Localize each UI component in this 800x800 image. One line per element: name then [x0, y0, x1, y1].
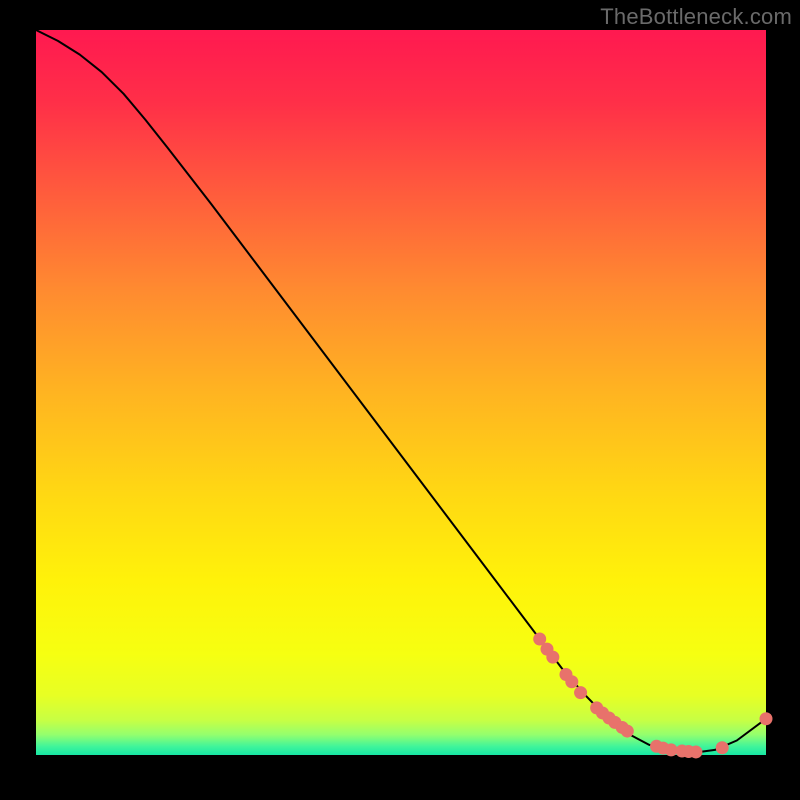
highlight-dot	[760, 712, 773, 725]
bottleneck-chart	[0, 0, 800, 800]
highlight-dot	[621, 725, 634, 738]
chart-container: TheBottleneck.com	[0, 0, 800, 800]
highlight-dot	[574, 686, 587, 699]
highlight-dot	[716, 741, 729, 754]
highlight-dot	[565, 675, 578, 688]
highlight-dot	[689, 745, 702, 758]
chart-background	[36, 30, 766, 755]
highlight-dot	[546, 651, 559, 664]
